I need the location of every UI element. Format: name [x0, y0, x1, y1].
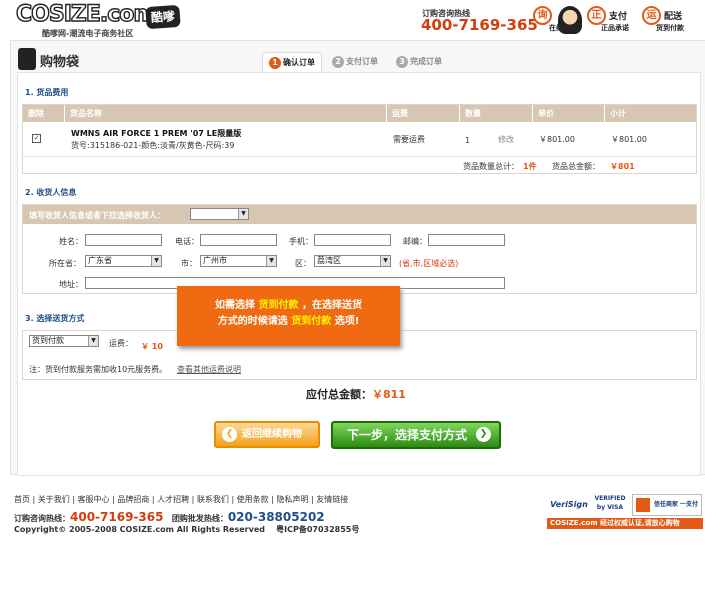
shipping-note: 注：货到付款服务需加收10元服务费。 — [29, 365, 168, 374]
phone-input[interactable] — [200, 234, 277, 246]
service-avatar-icon — [558, 6, 582, 34]
product-name[interactable]: WMNS AIR FORCE 1 PREM '07 LE限量版 — [71, 128, 241, 139]
cool-logo-badge: 酷嗲 — [145, 4, 181, 30]
certification-bar: COSIZE.com 经过权威认证,请放心购物 — [547, 518, 703, 529]
goods-table: 删除 货品名称 运费 数量 单价 小计 ✓ WMNS AIR FORCE 1 P… — [22, 104, 697, 174]
step-confirm-order: 1 确认订单 — [262, 52, 322, 72]
name-label: 姓名： — [59, 237, 83, 246]
payment-label: 支付 — [609, 12, 628, 22]
cod-label: 货到付款 — [656, 24, 684, 32]
summary-amount-label: 货品总金额： — [552, 162, 600, 171]
hint-line-1: 如需选择 货到付款 ，在选择送货 — [215, 300, 362, 311]
footer-link-service[interactable]: 客服中心 — [78, 495, 110, 504]
phone-label: 电话： — [175, 237, 199, 246]
footer-link-contact[interactable]: 联系我们 — [197, 495, 229, 504]
district-select[interactable]: 荔湾区 ▼ — [314, 255, 391, 267]
footer-link-terms[interactable]: 使用条款 — [237, 495, 269, 504]
receiver-select[interactable]: ▼ — [190, 208, 249, 220]
chevron-down-icon: ▼ — [266, 256, 276, 266]
continue-shopping-button[interactable]: ❮ 返回继续购物 — [214, 421, 320, 448]
shipping-method-select[interactable]: 货到付款 ▼ — [29, 335, 99, 347]
col-shipping: 运费 — [387, 105, 460, 122]
item-qty: 1 — [465, 136, 471, 145]
cosize-logo[interactable]: COSIZE.com — [15, 3, 157, 26]
footer-copyright: Copyright© 2005-2008 COSIZE.com All Righ… — [14, 525, 360, 534]
receiver-form: 填写收货人信息或者下拉选择收货人： ▼ 姓名： 电话： 手机： 邮编： 所在省：… — [22, 204, 697, 294]
hotline-number: 400-7169-365 — [421, 16, 538, 34]
summary-count: 1件 — [523, 162, 537, 171]
shipping-section-title: 3. 选择送货方式 — [25, 314, 85, 323]
item-price: ￥801.00 — [539, 135, 575, 144]
verisign-badge[interactable]: VeriSign — [549, 494, 589, 516]
chevron-down-icon: ▼ — [88, 336, 98, 346]
receiver-prompt: 填写收货人信息或者下拉选择收货人： — [29, 211, 165, 220]
chevron-down-icon: ▼ — [151, 256, 161, 266]
puzzle-icon — [636, 498, 650, 512]
cod-delivery[interactable]: 运 配送 货到付款 — [642, 6, 696, 36]
trusted-merchant-badge[interactable]: 信任商家 一支付宝 — [632, 494, 702, 528]
hint-line-2: 方式的时候请选 货到付款 选项! — [217, 316, 360, 327]
item-shipping: 需要运费 — [393, 135, 425, 144]
footer-wholesale: 020-38805202 — [227, 510, 325, 524]
footer-link-home[interactable]: 首页 — [14, 495, 30, 504]
shipping-info-link[interactable]: 查看其他运费说明 — [177, 364, 241, 375]
footer-link-about[interactable]: 关于我们 — [38, 495, 70, 504]
goods-table-header: 删除 货品名称 运费 数量 单价 小计 — [23, 105, 696, 122]
delivery-label: 配送 — [664, 12, 683, 22]
grand-total-value: ￥811 — [372, 388, 406, 401]
city-select[interactable]: 广州市 ▼ — [200, 255, 277, 267]
province-label: 所在省： — [49, 259, 81, 268]
shipping-fee: ￥ 10 — [141, 342, 163, 351]
col-delete: 删除 — [23, 105, 65, 122]
district-label: 区： — [295, 259, 311, 268]
chevron-down-icon: ▼ — [238, 209, 248, 219]
receiver-section-title: 2. 收货人信息 — [25, 188, 77, 197]
row-divider — [23, 156, 696, 157]
footer-links: 首页 | 关于我们 | 客服中心 | 品牌招商 | 人才招聘 | 联系我们 | … — [14, 495, 349, 504]
grand-total: 应付总金额：￥811 — [306, 388, 406, 401]
receiver-prompt-bar: 填写收货人信息或者下拉选择收货人： ▼ — [23, 205, 696, 224]
step-complete-order: 3 完成订单 — [396, 52, 442, 72]
footer-link-jobs[interactable]: 人才招聘 — [157, 495, 189, 504]
cod-hint-popup: 如需选择 货到付款 ，在选择送货 方式的时候请选 货到付款 选项! — [177, 286, 400, 346]
genuine-promise[interactable]: 正 支付 正品承诺 — [587, 6, 639, 36]
zip-input[interactable] — [428, 234, 505, 246]
name-input[interactable] — [85, 234, 162, 246]
province-select[interactable]: 广东省 ▼ — [85, 255, 162, 267]
chevron-right-icon: ❯ — [476, 427, 491, 442]
step-pay-order: 2 支付订单 — [332, 52, 378, 72]
mobile-input[interactable] — [314, 234, 391, 246]
next-step-button[interactable]: 下一步，选择支付方式 ❯ — [331, 421, 501, 449]
col-price: 单价 — [533, 105, 605, 122]
delete-checkbox[interactable]: ✓ — [32, 134, 41, 143]
mobile-label: 手机： — [289, 237, 313, 246]
required-note: (省,市,区域必选) — [399, 259, 459, 268]
summary-count-label: 货品数量总计： — [463, 162, 519, 171]
verified-by-visa-badge[interactable]: VERIFIED by VISA — [592, 494, 628, 516]
footer-hotline: 400-7169-365 — [70, 510, 164, 524]
footer-link-brands[interactable]: 品牌招商 — [117, 495, 149, 504]
goods-section-title: 1. 货品费用 — [25, 88, 69, 97]
col-qty: 数量 — [460, 105, 533, 122]
product-detail: 货号:315186-021-颜色:淡青/灰黄色-尺码:39 — [71, 141, 235, 150]
footer-link-friends[interactable]: 友情链接 — [316, 495, 348, 504]
site-tagline: 酷嗲网-潮流电子商务社区 — [42, 29, 134, 38]
chevron-down-icon: ▼ — [380, 256, 390, 266]
footer-hotlines: 订购咨询热线：400-7169-365 团购批发热线：020-38805202 — [14, 510, 325, 524]
shipping-fee-label: 运费： — [109, 339, 133, 348]
shopping-bag-icon — [18, 48, 36, 70]
col-name: 货品名称 — [65, 105, 387, 122]
icp-number: 粤ICP备07032855号 — [276, 525, 360, 534]
genuine-label: 正品承诺 — [601, 24, 629, 32]
edit-qty-link[interactable]: 修改 — [498, 134, 514, 145]
address-label: 地址： — [59, 280, 83, 289]
zip-label: 邮编： — [403, 237, 427, 246]
page-title: 购物袋 — [40, 55, 80, 70]
footer-link-privacy[interactable]: 隐私声明 — [276, 495, 308, 504]
city-label: 市： — [181, 259, 197, 268]
chevron-left-icon: ❮ — [222, 427, 237, 442]
col-subtotal: 小计 — [610, 109, 626, 118]
summary-amount: ￥801 — [610, 162, 635, 171]
item-subtotal: ￥801.00 — [611, 135, 647, 144]
